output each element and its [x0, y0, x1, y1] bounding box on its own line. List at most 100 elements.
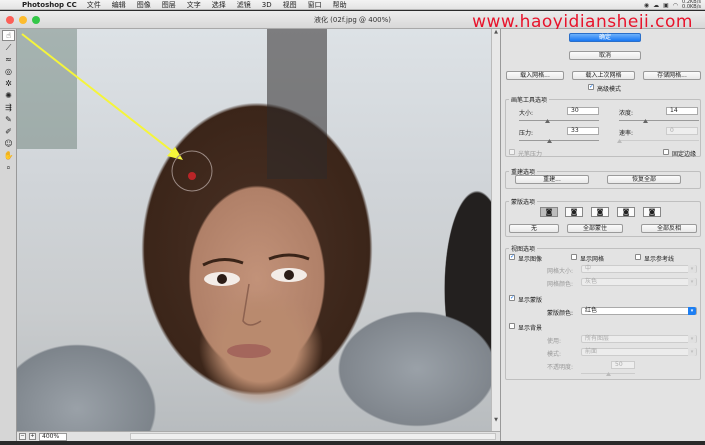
menu-help[interactable]: 帮助 — [333, 0, 347, 10]
cloud-icon[interactable]: ☁ — [653, 2, 659, 9]
mask-color-label: 蒙版颜色: — [547, 310, 574, 317]
scroll-down-icon[interactable]: ▼ — [492, 417, 500, 425]
menu-layer[interactable]: 图层 — [162, 0, 176, 10]
restore-all-button[interactable]: 恢复全部 — [607, 175, 681, 184]
rate-input[interactable]: 0 — [666, 127, 698, 135]
forward-warp-tool-icon[interactable]: ☝ — [2, 30, 15, 41]
background-figure — [267, 29, 327, 179]
show-mask-label: 显示蒙版 — [518, 297, 543, 304]
pressure-label: 压力: — [519, 130, 534, 137]
show-mesh-checkbox[interactable] — [571, 254, 577, 260]
mode-value: 前面 — [585, 348, 598, 355]
mask-add-icon[interactable]: ◙ — [565, 207, 583, 217]
menu-filter[interactable]: 滤镜 — [237, 0, 251, 10]
opacity-input[interactable]: 50 — [611, 361, 635, 369]
show-guides-checkbox[interactable] — [635, 254, 641, 260]
status-bar: − + 400% — [17, 431, 500, 441]
mode-label: 模式: — [547, 351, 562, 358]
wifi-icon[interactable]: ◠ — [673, 2, 678, 9]
app-menu[interactable]: Photoshop CC — [22, 1, 77, 9]
density-label: 浓度: — [619, 110, 634, 117]
left-pupil — [217, 274, 227, 284]
show-mask-checkbox[interactable]: ✓ — [509, 295, 515, 301]
load-mesh-button[interactable]: 载入网格... — [506, 71, 564, 80]
freeze-mask-tool-icon[interactable]: ✎ — [2, 114, 15, 125]
mesh-color-select[interactable]: 灰色 ▾ — [581, 278, 697, 286]
canvas-overlay — [17, 29, 327, 358]
menu-type[interactable]: 文字 — [187, 0, 201, 10]
menu-select[interactable]: 选择 — [212, 0, 226, 10]
ok-button[interactable]: 确定 — [569, 33, 641, 42]
bloat-tool-icon[interactable]: ✺ — [2, 90, 15, 101]
right-pupil — [284, 270, 294, 280]
show-image-checkbox[interactable]: ✓ — [509, 254, 515, 260]
chevron-down-icon: ▾ — [688, 307, 696, 315]
mask-all-button[interactable]: 全部蒙住 — [567, 224, 623, 233]
menu-bar: Photoshop CC 文件 编辑 图像 图层 文字 选择 滤镜 3D 视图 … — [0, 0, 705, 10]
brush-cursor — [171, 150, 213, 192]
hand-tool-icon[interactable]: ✋ — [2, 150, 15, 161]
liquify-toolbar: ☝ ⟋ ≈ ◎ ✲ ✺ ⇶ ✎ ✐ ☺ ✋ ⌕ — [0, 29, 17, 172]
twirl-tool-icon[interactable]: ◎ — [2, 66, 15, 77]
menu-edit[interactable]: 编辑 — [112, 0, 126, 10]
size-slider[interactable] — [519, 120, 599, 121]
mode-select[interactable]: 前面 ▾ — [581, 348, 697, 356]
pin-edges-checkbox[interactable] — [663, 149, 669, 155]
mask-replace-icon[interactable]: ◙ — [540, 207, 558, 217]
stylus-pressure-checkbox[interactable] — [509, 149, 515, 155]
density-input[interactable]: 14 — [666, 107, 698, 115]
mask-none-button[interactable]: 无 — [509, 224, 559, 233]
vertical-scrollbar[interactable]: ▲ ▼ — [491, 29, 500, 431]
mask-subtract-icon[interactable]: ◙ — [591, 207, 609, 217]
pressure-slider[interactable] — [519, 140, 599, 141]
reconstruct-button[interactable]: 重建... — [515, 175, 589, 184]
cancel-button[interactable]: 取消 — [569, 51, 641, 60]
face-tool-icon[interactable]: ☺ — [2, 138, 15, 149]
show-backdrop-checkbox[interactable] — [509, 323, 515, 329]
image-canvas[interactable] — [17, 29, 491, 431]
density-slider[interactable] — [619, 120, 699, 121]
scroll-track[interactable] — [492, 37, 500, 417]
stylus-pressure-label: 光笔压力 — [518, 151, 543, 158]
net-down: 0.0KB/s — [682, 4, 701, 10]
zoom-in-button[interactable]: + — [29, 433, 36, 440]
menu-file[interactable]: 文件 — [87, 0, 101, 10]
scroll-up-icon[interactable]: ▲ — [492, 29, 500, 37]
zoom-level-select[interactable]: 400% — [39, 432, 67, 441]
zoom-out-button[interactable]: − — [19, 433, 26, 440]
menu-3d[interactable]: 3D — [262, 1, 272, 9]
mesh-color-label: 网格颜色: — [547, 281, 574, 288]
menu-image[interactable]: 图像 — [137, 0, 151, 10]
thaw-mask-tool-icon[interactable]: ✐ — [2, 126, 15, 137]
opacity-label: 不透明度: — [547, 364, 574, 371]
smooth-tool-icon[interactable]: ≈ — [2, 54, 15, 65]
menu-view[interactable]: 视图 — [283, 0, 297, 10]
load-last-mesh-button[interactable]: 载入上次网格 — [572, 71, 635, 80]
mesh-size-select[interactable]: 中 ▾ — [581, 265, 697, 273]
view-options-title: 视图选项 — [509, 244, 538, 253]
advanced-mode-label: 高级模式 — [597, 86, 622, 93]
toolbar-filler — [0, 169, 17, 441]
mask-color-value: 红色 — [585, 307, 598, 314]
size-input[interactable]: 30 — [567, 107, 599, 115]
chevron-down-icon: ▾ — [688, 335, 696, 343]
reconstruct-tool-icon[interactable]: ⟋ — [2, 42, 15, 53]
mask-color-select[interactable]: 红色 ▾ — [581, 307, 697, 315]
use-select[interactable]: 所有图层 ▾ — [581, 335, 697, 343]
menu-window[interactable]: 窗口 — [308, 0, 322, 10]
display-icon[interactable]: ▣ — [663, 2, 669, 9]
mask-invert-icon[interactable]: ◙ — [643, 207, 661, 217]
horizontal-scrollbar[interactable] — [130, 433, 496, 440]
invert-all-button[interactable]: 全部反相 — [641, 224, 697, 233]
mask-intersect-icon[interactable]: ◙ — [617, 207, 635, 217]
advanced-mode-checkbox[interactable]: ✓ — [588, 84, 594, 90]
show-mesh-label: 显示网格 — [580, 256, 605, 263]
pucker-tool-icon[interactable]: ✲ — [2, 78, 15, 89]
status-area: ◉ ☁ ▣ ◠ 0.2KB/s 0.0KB/s — [644, 0, 701, 10]
rate-slider[interactable] — [619, 140, 699, 141]
pressure-input[interactable]: 33 — [567, 127, 599, 135]
wechat-icon[interactable]: ◉ — [644, 2, 649, 9]
pin-edges-label: 固定边缘 — [672, 151, 697, 158]
push-left-tool-icon[interactable]: ⇶ — [2, 102, 15, 113]
save-mesh-button[interactable]: 存储网格... — [643, 71, 701, 80]
